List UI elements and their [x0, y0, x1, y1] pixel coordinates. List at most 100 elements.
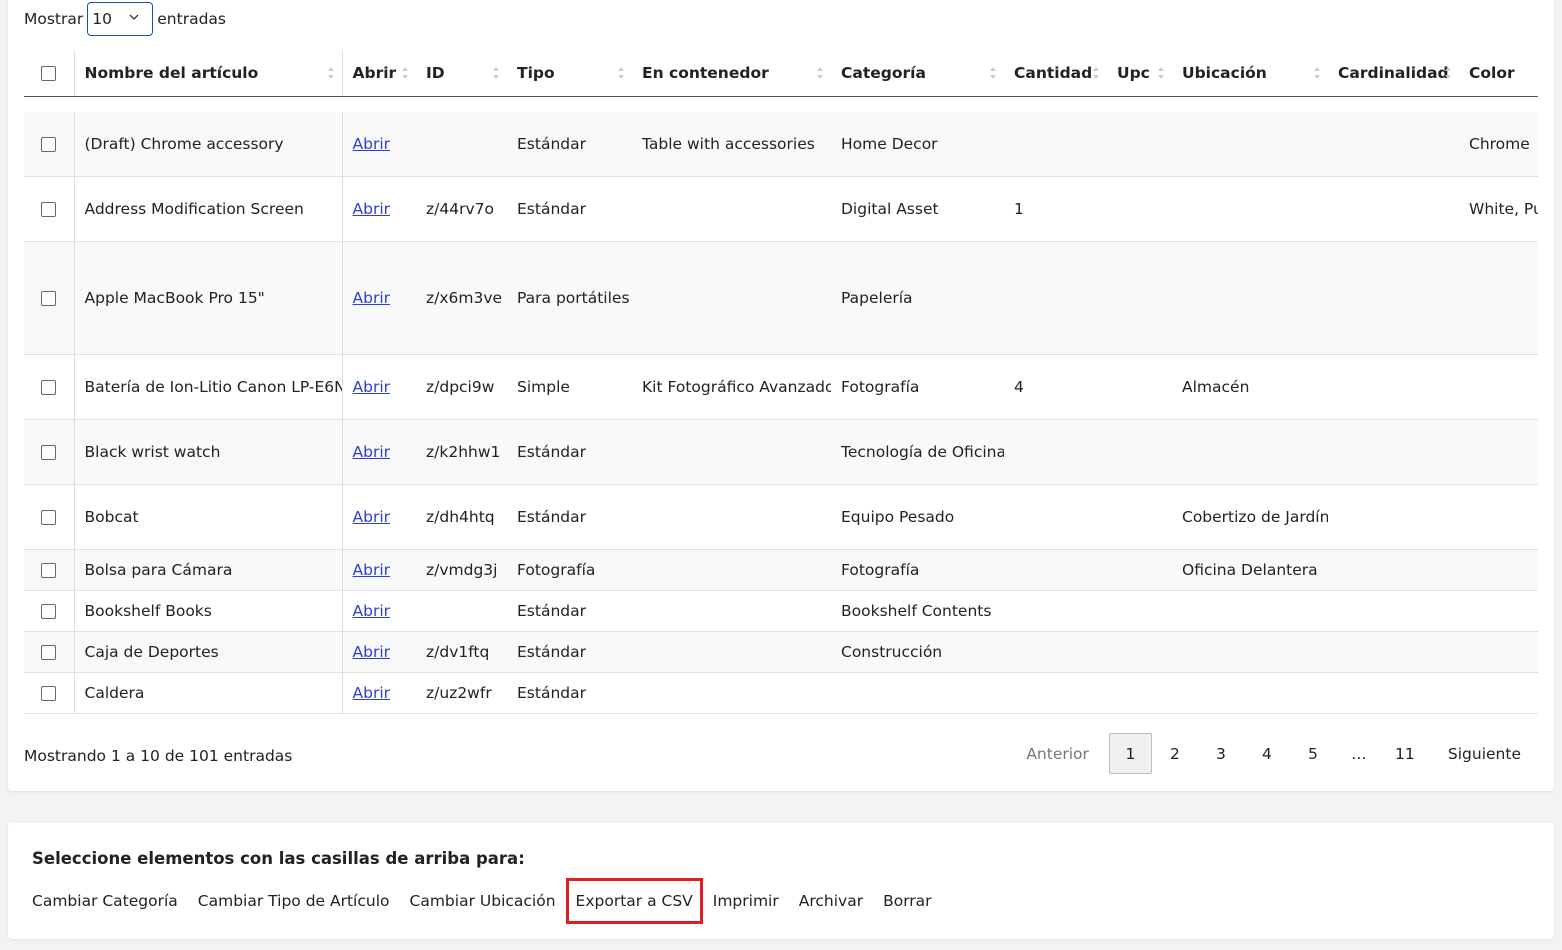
table-info-text: Mostrando 1 a 10 de 101 entradas — [24, 747, 293, 765]
row-checkbox[interactable] — [41, 379, 57, 395]
open-link[interactable]: Abrir — [353, 602, 391, 620]
item-cardinality — [1328, 354, 1459, 419]
change-category-action[interactable]: Cambiar Categoría — [32, 878, 188, 924]
row-checkbox[interactable] — [41, 685, 57, 701]
table-row: Bolsa para Cámara Abrir z/vmdg3j Fotogra… — [24, 549, 1538, 590]
entries-per-page-select[interactable]: 10 — [87, 2, 154, 36]
column-header-container[interactable]: En contenedor — [632, 51, 831, 97]
column-header-label: ID — [426, 64, 445, 83]
pagination-previous-button[interactable]: Anterior — [1013, 733, 1102, 774]
bulk-actions-title: Seleccione elementos con las casillas de… — [32, 849, 525, 868]
item-name: Bookshelf Books — [74, 590, 343, 631]
column-header-cardinality[interactable]: Cardinalidad — [1328, 51, 1459, 97]
item-location — [1172, 672, 1328, 713]
pagination-page-5[interactable]: 5 — [1290, 733, 1336, 774]
item-id: z/x6m3ve — [426, 288, 503, 307]
entries-per-page-value: 10 — [92, 10, 112, 28]
export-csv-action[interactable]: Exportar a CSV — [565, 878, 703, 924]
select-all-header — [24, 51, 75, 97]
select-all-checkbox[interactable] — [41, 66, 57, 82]
row-checkbox[interactable] — [41, 290, 57, 306]
item-upc — [1107, 112, 1172, 176]
item-cardinality — [1328, 672, 1459, 713]
column-header-color[interactable]: Color — [1459, 51, 1538, 97]
open-link[interactable]: Abrir — [353, 443, 391, 461]
open-cell: Abrir — [342, 419, 416, 484]
row-checkbox[interactable] — [41, 444, 57, 460]
item-quantity — [1004, 112, 1107, 176]
row-checkbox[interactable] — [41, 509, 57, 525]
print-action[interactable]: Imprimir — [703, 878, 789, 924]
column-header-label: Upc — [1117, 64, 1150, 83]
row-checkbox[interactable] — [41, 644, 57, 660]
pagination-page-3[interactable]: 3 — [1198, 733, 1244, 774]
open-link[interactable]: Abrir — [353, 561, 391, 579]
item-container: Table with accessories — [642, 134, 815, 153]
table-row: Apple MacBook Pro 15" Abrir z/x6m3ve Par… — [24, 241, 1538, 354]
item-container — [632, 484, 831, 549]
item-category: Fotografía — [841, 560, 920, 579]
item-category: Fotografía — [841, 377, 920, 396]
item-location: Cobertizo de Jardín — [1182, 507, 1328, 526]
item-upc — [1107, 176, 1172, 241]
item-location — [1172, 176, 1328, 241]
open-cell: Abrir — [342, 112, 416, 176]
open-link[interactable]: Abrir — [353, 643, 391, 661]
pagination-page-4[interactable]: 4 — [1244, 733, 1290, 774]
open-link[interactable]: Abrir — [353, 289, 391, 307]
column-header-quantity[interactable]: Cantidad — [1004, 51, 1107, 97]
row-checkbox[interactable] — [41, 562, 57, 578]
item-category: Construcción — [841, 642, 943, 661]
item-category: Bookshelf Contents — [841, 601, 992, 620]
column-header-category[interactable]: Categoría — [831, 51, 1004, 97]
archive-action[interactable]: Archivar — [789, 878, 873, 924]
row-select-cell — [24, 590, 75, 631]
open-link[interactable]: Abrir — [353, 135, 391, 153]
items-table-card: Mostrar 10 entradas Nombre del artículo … — [8, 0, 1554, 791]
item-color — [1459, 672, 1538, 713]
item-container — [632, 590, 831, 631]
pagination-ellipsis: … — [1351, 744, 1367, 763]
row-select-cell — [24, 354, 75, 419]
item-container — [632, 631, 831, 672]
sort-icon — [402, 67, 408, 79]
show-label: Mostrar — [24, 10, 84, 28]
open-link[interactable]: Abrir — [353, 200, 391, 218]
pagination-page-11[interactable]: 11 — [1382, 733, 1428, 774]
item-upc — [1107, 549, 1172, 590]
pagination-page-2[interactable]: 2 — [1152, 733, 1198, 774]
row-select-cell — [24, 484, 75, 549]
item-name: (Draft) Chrome accessory — [74, 112, 343, 176]
column-header-type[interactable]: Tipo — [507, 51, 632, 97]
item-quantity: 1 — [1014, 199, 1024, 218]
item-color — [1459, 484, 1538, 549]
item-cardinality — [1328, 112, 1459, 176]
row-checkbox[interactable] — [41, 603, 57, 619]
column-header-name[interactable]: Nombre del artículo — [74, 51, 343, 97]
item-quantity — [1004, 241, 1107, 354]
delete-action[interactable]: Borrar — [873, 878, 941, 924]
pagination-page-1[interactable]: 1 — [1108, 733, 1152, 774]
column-header-location[interactable]: Ubicación — [1172, 51, 1328, 97]
pagination-next-button[interactable]: Siguiente — [1435, 733, 1537, 774]
column-header-id[interactable]: ID — [416, 51, 507, 97]
item-color — [1459, 549, 1538, 590]
open-link[interactable]: Abrir — [353, 378, 391, 396]
open-cell: Abrir — [342, 549, 416, 590]
row-checkbox[interactable] — [41, 136, 57, 152]
column-header-open[interactable]: Abrir — [342, 51, 416, 97]
column-header-upc[interactable]: Upc — [1107, 51, 1172, 97]
item-color — [1459, 631, 1538, 672]
item-upc — [1107, 484, 1172, 549]
item-quantity — [1004, 549, 1107, 590]
table-row: Caldera Abrir z/uz2wfr Estándar — [24, 672, 1538, 713]
item-category: Equipo Pesado — [841, 507, 955, 526]
change-item-type-action[interactable]: Cambiar Tipo de Artículo — [188, 878, 400, 924]
row-checkbox[interactable] — [41, 201, 57, 217]
item-type: Estándar — [517, 601, 586, 620]
open-link[interactable]: Abrir — [353, 684, 391, 702]
item-color — [1459, 354, 1538, 419]
change-location-action[interactable]: Cambiar Ubicación — [400, 878, 566, 924]
item-container — [632, 176, 831, 241]
open-link[interactable]: Abrir — [353, 508, 391, 526]
